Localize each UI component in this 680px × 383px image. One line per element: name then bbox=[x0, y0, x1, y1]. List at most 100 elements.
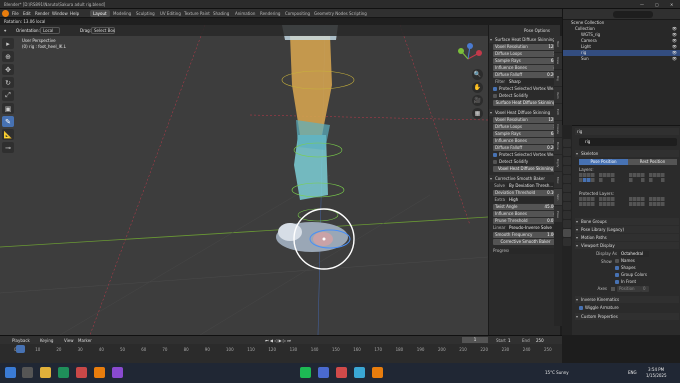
menu-edit[interactable]: Edit bbox=[23, 11, 31, 16]
app-icon-2[interactable] bbox=[76, 367, 87, 378]
prop-tab-physics-icon[interactable] bbox=[563, 211, 571, 219]
field-deviation-threshold[interactable]: Deviation Threshold 0.10 bbox=[493, 190, 558, 196]
prop-tab-modifiers-icon[interactable] bbox=[563, 202, 571, 210]
eye-icon[interactable]: 👁 bbox=[672, 56, 677, 62]
filter-dropdown[interactable]: Filter Sharp bbox=[493, 79, 558, 85]
viewport-scene[interactable] bbox=[0, 25, 488, 335]
section-corrective-smooth[interactable]: Corrective Smooth Baker bbox=[489, 175, 560, 182]
section-custom-properties[interactable]: Custom Properties bbox=[575, 313, 679, 320]
solve-dropdown[interactable]: Solve By Deviation Thresh... bbox=[493, 183, 558, 189]
field-diffuse-loops[interactable]: Diffuse Loops5 bbox=[493, 51, 558, 57]
sidebar-tab-bone[interactable]: Bone bbox=[554, 138, 562, 154]
menu-render[interactable]: Render bbox=[35, 11, 49, 16]
weather-widget[interactable]: 15°C Sunny bbox=[545, 370, 569, 375]
grid-icon[interactable]: ▦ bbox=[472, 108, 483, 119]
corrective-smooth-button[interactable]: Corrective Smooth Baker bbox=[493, 239, 558, 245]
menu-window[interactable]: Window bbox=[52, 11, 68, 16]
field-sample-rays[interactable]: Sample Rays64 bbox=[493, 58, 558, 64]
scale-tool-icon[interactable]: ⤢ bbox=[2, 90, 14, 101]
field-diffuse-falloff-2[interactable]: Diffuse Falloff 0.20 bbox=[493, 145, 558, 151]
search-icon[interactable] bbox=[22, 367, 33, 378]
3d-viewport[interactable]: ⌖ Orientation: Local Drag: Select Box Us… bbox=[0, 25, 488, 335]
section-viewport-display[interactable]: Viewport Display bbox=[575, 242, 679, 249]
sidebar-tab-item[interactable]: Item bbox=[554, 87, 562, 103]
app-icon-4[interactable] bbox=[318, 367, 329, 378]
language-indicator[interactable]: ENG bbox=[628, 370, 637, 375]
maximize-button[interactable]: ▢ bbox=[655, 2, 659, 7]
zoom-icon[interactable]: 🔍 bbox=[472, 69, 483, 80]
extra-dropdown[interactable]: Extra High bbox=[493, 197, 558, 203]
sidebar-tab-tool[interactable]: Tool bbox=[554, 36, 562, 52]
tab-sculpting[interactable]: Sculpting bbox=[133, 10, 158, 17]
section-skeleton[interactable]: Skeleton bbox=[575, 150, 679, 157]
prop-tab-world-icon[interactable] bbox=[563, 184, 571, 192]
pan-icon[interactable]: ✋ bbox=[472, 82, 483, 93]
section-motion-paths[interactable]: Motion Paths bbox=[575, 234, 679, 241]
field-voxel-resolution[interactable]: Voxel Resolution 128 bbox=[493, 44, 558, 50]
protect-selected-checkbox-2[interactable]: Protect Selected Vertex We... bbox=[493, 152, 558, 158]
linear-dropdown[interactable]: Linear Pseudo-Inverse Solve bbox=[493, 225, 558, 231]
field-influence-bones[interactable]: Influence Bones4 bbox=[493, 65, 558, 71]
sidebar-tab-create[interactable]: Create bbox=[554, 121, 562, 137]
tab-geometry-nodes[interactable]: Geometry Nodes bbox=[311, 10, 351, 17]
prop-tab-object-icon[interactable] bbox=[563, 193, 571, 201]
timeline-keying-menu[interactable]: Keying bbox=[40, 338, 53, 343]
group-colors-checkbox[interactable]: Group Colors bbox=[615, 272, 677, 278]
field-influence-bones-3[interactable]: Influence Bones4 bbox=[493, 211, 558, 217]
editor-type-icon[interactable]: ⌖ bbox=[4, 28, 6, 33]
tab-layout[interactable]: Layout bbox=[90, 10, 110, 17]
measure-tool-icon[interactable]: 📐 bbox=[2, 129, 14, 140]
transform-tool-icon[interactable]: ▣ bbox=[2, 103, 14, 114]
tab-modeling[interactable]: Modeling bbox=[110, 10, 134, 17]
select-tool-icon[interactable]: ▸ bbox=[2, 38, 14, 49]
camera-icon[interactable]: 🎥 bbox=[472, 95, 483, 106]
field-twist-angle[interactable]: Twist Angle 45.00 bbox=[493, 204, 558, 210]
timeline-view-menu[interactable]: View bbox=[64, 338, 74, 343]
tab-texture-paint[interactable]: Texture Paint bbox=[181, 10, 213, 17]
field-voxel-resolution-2[interactable]: Voxel Resolution 128 bbox=[493, 117, 558, 123]
outliner-search-input[interactable] bbox=[613, 11, 653, 18]
minimize-button[interactable]: — bbox=[640, 2, 644, 7]
pose-options-label[interactable]: Pose Options bbox=[489, 25, 560, 36]
tab-scripting[interactable]: Scripting bbox=[346, 10, 370, 17]
orientation-dropdown[interactable]: Local bbox=[40, 27, 60, 34]
detect-solidify-checkbox-2[interactable]: Detect Solidify bbox=[493, 159, 558, 165]
axes-row[interactable]: Axes Position 0 bbox=[579, 286, 677, 292]
tab-compositing[interactable]: Compositing bbox=[282, 10, 313, 17]
in-front-checkbox[interactable]: In Front bbox=[615, 279, 677, 285]
blender-logo-icon[interactable] bbox=[2, 10, 9, 17]
file-explorer-icon[interactable] bbox=[40, 367, 51, 378]
outliner-row-sun[interactable]: Sun 👁 bbox=[563, 56, 680, 62]
prop-tab-armature-icon[interactable] bbox=[563, 229, 571, 237]
prop-tab-bone-icon[interactable] bbox=[563, 238, 571, 246]
surface-heat-button[interactable]: Surface Heat Diffuse Skinning bbox=[493, 100, 558, 106]
section-surface-heat[interactable]: Surface Heat Diffuse Skinning bbox=[489, 36, 560, 43]
playback-controls[interactable]: ⏮ ◀ ◁ ▶ ▷ ⏭ bbox=[265, 338, 291, 343]
axes-checkbox[interactable] bbox=[611, 287, 615, 291]
section-inverse-kinematics[interactable]: Inverse Kinematics bbox=[575, 296, 679, 303]
app-icon-3[interactable] bbox=[112, 367, 123, 378]
annotate-tool-icon[interactable]: ✎ bbox=[2, 116, 14, 127]
tab-animation[interactable]: Animation bbox=[232, 10, 258, 17]
sidebar-tab-skin[interactable]: Skin bbox=[554, 189, 562, 205]
timeline-marker-menu[interactable]: Marker bbox=[78, 338, 92, 343]
menu-help[interactable]: Help bbox=[70, 11, 79, 16]
start-value[interactable]: 1 bbox=[508, 338, 511, 343]
blender-taskbar-icon[interactable] bbox=[94, 367, 105, 378]
show-shapes-checkbox[interactable]: Shapes bbox=[615, 265, 677, 271]
clock-time[interactable]: 3:54 PM bbox=[648, 367, 664, 372]
spotify-icon[interactable] bbox=[300, 367, 311, 378]
app-icon-7[interactable] bbox=[372, 367, 383, 378]
rest-position-button[interactable]: Rest Position bbox=[628, 159, 677, 165]
bone-tool-icon[interactable]: ⊸ bbox=[2, 142, 14, 153]
app-icon-6[interactable] bbox=[354, 367, 365, 378]
app-icon-1[interactable] bbox=[58, 367, 69, 378]
prop-tab-scene-icon[interactable] bbox=[563, 175, 571, 183]
section-pose-library[interactable]: Pose Library (Legacy) bbox=[575, 226, 679, 233]
timeline-playback-menu[interactable]: Playback bbox=[12, 338, 30, 343]
sidebar-tab-rig[interactable]: Rig bbox=[554, 70, 562, 86]
tab-rendering[interactable]: Rendering bbox=[257, 10, 283, 17]
protect-selected-checkbox[interactable]: Protect Selected Vertex We... bbox=[493, 86, 558, 92]
move-tool-icon[interactable]: ✥ bbox=[2, 64, 14, 75]
wiggle-armature-checkbox[interactable]: Wiggle Armature bbox=[579, 305, 677, 311]
